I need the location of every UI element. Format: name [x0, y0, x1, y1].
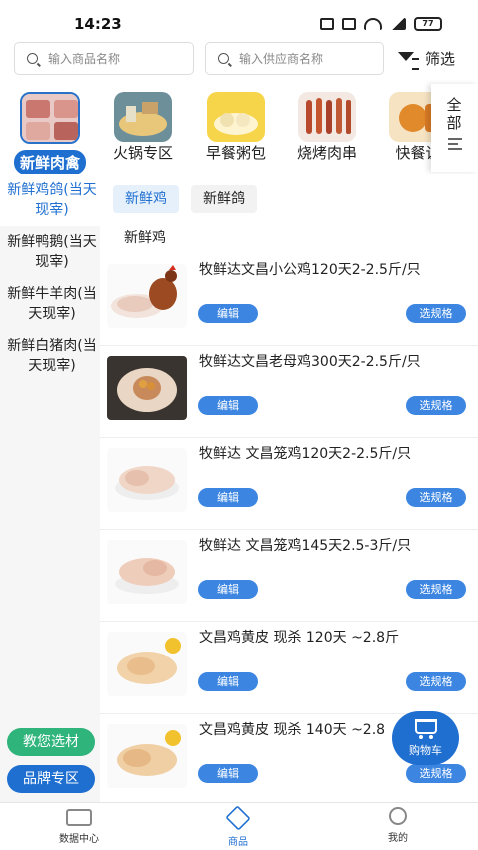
nav-label: 数据中心 [59, 834, 99, 845]
goods-search-input[interactable] [48, 51, 178, 66]
product-item[interactable]: 牧鲜达文昌小公鸡120天2-2.5斤/只 编辑 选规格 [100, 254, 478, 346]
category-bbq[interactable]: 烧烤肉串 [287, 88, 367, 163]
nfc-icon [320, 18, 334, 30]
tab-fresh-chicken[interactable]: 新鲜鸡 [113, 185, 179, 213]
supplier-search-input[interactable] [239, 51, 369, 66]
sidebar-item-chicken-pigeon[interactable]: 新鲜鸡鸽(当天现宰) [0, 174, 100, 226]
section-title: 新鲜鸡 [124, 230, 166, 246]
guide-button[interactable]: 教您选材 [7, 728, 95, 756]
category-strip: 新鲜肉禽 火锅专区 早餐粥包 烧烤肉串 快餐诉 全部 [0, 84, 478, 175]
nav-label: 我的 [388, 833, 408, 844]
select-spec-button[interactable]: 选规格 [406, 672, 466, 691]
edit-button[interactable]: 编辑 [198, 580, 258, 599]
product-list-panel: 新鲜鸡 新鲜鸽 新鲜鸡 牧鲜达文昌小公鸡120天2-2.5斤/只 编辑 选规格 … [100, 174, 478, 802]
edit-button[interactable]: 编辑 [198, 764, 258, 783]
select-spec-button[interactable]: 选规格 [406, 304, 466, 323]
status-time: 14:23 [74, 15, 122, 33]
category-label: 新鲜肉禽 [13, 150, 86, 175]
user-icon [389, 807, 407, 825]
wifi-icon [364, 18, 382, 30]
category-fresh-meat[interactable]: 新鲜肉禽 [10, 88, 90, 175]
product-name: 文昌鸡黄皮 现杀 140天 ~2.8 [199, 722, 386, 738]
category-breakfast[interactable]: 早餐粥包 [196, 88, 276, 163]
sidebar-item-pork[interactable]: 新鲜白猪肉(当天现宰) [0, 330, 100, 382]
edit-button[interactable]: 编辑 [198, 672, 258, 691]
nav-products[interactable]: 商品 [198, 805, 278, 848]
sidebar-item-duck-goose[interactable]: 新鲜鸭鹅(当天现宰) [0, 226, 100, 278]
status-icons: 77 [320, 17, 442, 31]
bottom-nav: 数据中心 商品 我的 [0, 802, 478, 850]
category-breakfast-image [207, 92, 265, 142]
brand-button[interactable]: 品牌专区 [7, 765, 95, 793]
product-name: 牧鲜达文昌小公鸡120天2-2.5斤/只 [199, 262, 421, 278]
product-image [107, 540, 187, 604]
product-image [107, 632, 187, 696]
select-spec-button[interactable]: 选规格 [406, 396, 466, 415]
supplier-search-box[interactable] [205, 42, 384, 75]
category-all-button[interactable]: 全部 [431, 84, 478, 172]
select-spec-button[interactable]: 选规格 [406, 488, 466, 507]
category-bbq-image [298, 92, 356, 142]
search-row: 筛选 [0, 40, 478, 80]
monitor-icon [66, 809, 92, 826]
product-name: 牧鲜达 文昌笼鸡120天2-2.5斤/只 [199, 446, 412, 462]
category-hotpot[interactable]: 火锅专区 [103, 88, 183, 163]
product-image [107, 448, 187, 512]
cart-button[interactable]: 购物车 [392, 711, 459, 765]
status-bar: 14:23 77 [0, 0, 478, 40]
edit-button[interactable]: 编辑 [198, 396, 258, 415]
category-label: 早餐粥包 [205, 144, 266, 162]
hd-icon [342, 18, 356, 30]
product-item[interactable]: 牧鲜达文昌老母鸡300天2-2.5斤/只 编辑 选规格 [100, 346, 478, 438]
search-icon [27, 53, 38, 64]
nav-label: 商品 [228, 837, 248, 848]
product-image [107, 356, 187, 420]
sidebar: 新鲜鸡鸽(当天现宰) 新鲜鸭鹅(当天现宰) 新鲜牛羊肉(当天现宰) 新鲜白猪肉(… [0, 174, 100, 802]
product-name: 牧鲜达文昌老母鸡300天2-2.5斤/只 [199, 354, 421, 370]
sub-tabs: 新鲜鸡 新鲜鸽 [113, 185, 257, 213]
product-image [107, 264, 187, 328]
sidebar-item-beef-lamb[interactable]: 新鲜牛羊肉(当天现宰) [0, 278, 100, 330]
battery-icon: 77 [414, 17, 442, 31]
nav-data-center[interactable]: 数据中心 [39, 807, 119, 845]
select-spec-button[interactable]: 选规格 [406, 764, 466, 783]
goods-search-box[interactable] [14, 42, 194, 75]
filter-label: 筛选 [425, 50, 456, 68]
category-label: 火锅专区 [112, 144, 173, 162]
cart-label: 购物车 [409, 744, 442, 757]
category-hotpot-image [114, 92, 172, 142]
product-image [107, 724, 187, 788]
category-fresh-meat-image [20, 92, 80, 144]
signal-icon [390, 18, 406, 30]
tab-fresh-pigeon[interactable]: 新鲜鸽 [191, 185, 257, 213]
edit-button[interactable]: 编辑 [198, 304, 258, 323]
product-name: 牧鲜达 文昌笼鸡145天2.5-3斤/只 [199, 538, 412, 554]
select-spec-button[interactable]: 选规格 [406, 580, 466, 599]
product-item[interactable]: 牧鲜达 文昌笼鸡120天2-2.5斤/只 编辑 选规格 [100, 438, 478, 530]
nav-mine[interactable]: 我的 [358, 807, 438, 844]
category-label: 烧烤肉串 [296, 144, 357, 162]
search-icon [218, 53, 229, 64]
menu-icon [447, 138, 462, 150]
product-item[interactable]: 文昌鸡黄皮 现杀 120天 ~2.8斤 编辑 选规格 [100, 622, 478, 714]
edit-button[interactable]: 编辑 [198, 488, 258, 507]
filter-button[interactable]: 筛选 [397, 48, 456, 70]
filter-icon [397, 50, 419, 70]
product-item[interactable]: 牧鲜达 文昌笼鸡145天2.5-3斤/只 编辑 选规格 [100, 530, 478, 622]
category-all-label: 全部 [446, 96, 462, 132]
cart-icon [414, 719, 437, 739]
box-icon [225, 805, 251, 831]
product-name: 文昌鸡黄皮 现杀 120天 ~2.8斤 [199, 630, 400, 646]
